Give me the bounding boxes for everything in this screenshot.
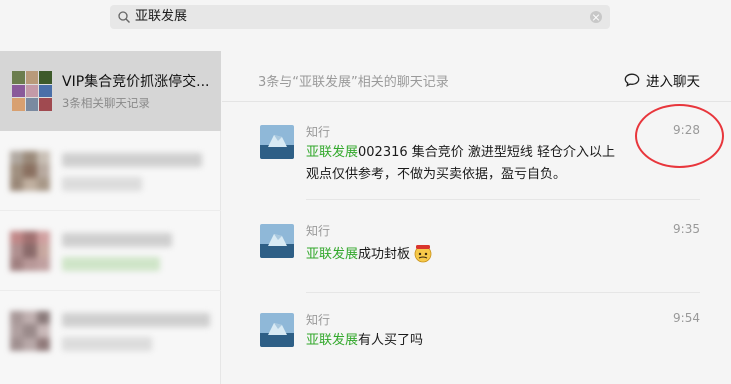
- blurred-avatar: [10, 151, 50, 191]
- blurred-subtitle: [62, 257, 160, 271]
- top-bar: 亚联发展: [0, 0, 731, 51]
- sender-avatar: [260, 313, 294, 347]
- highlighted-keyword: 亚联发展: [306, 145, 359, 160]
- chat-list-item[interactable]: [0, 131, 221, 211]
- results-header: 3条与“亚联发展”相关的聊天记录: [258, 75, 449, 90]
- sender-name: 知行: [306, 125, 331, 139]
- enter-chat-label: 进入聊天: [646, 74, 700, 90]
- blurred-avatar: [10, 311, 50, 351]
- sender-avatar: [260, 125, 294, 159]
- highlighted-keyword: 亚联发展: [306, 247, 359, 262]
- message-text: 亚联发展有人买了吗: [306, 330, 616, 352]
- chat-list-item[interactable]: [0, 211, 221, 291]
- chat-title: VIP集合竞价抓涨停交...: [62, 74, 210, 90]
- divider: [306, 199, 700, 200]
- message-time: 9:54: [673, 311, 700, 325]
- divider: [222, 101, 731, 102]
- chat-bubble-icon: [624, 73, 640, 87]
- search-results-panel: 3条与“亚联发展”相关的聊天记录 进入聊天 知行 9:28 亚联发展002316…: [222, 51, 731, 384]
- chat-match-count: 3条相关聊天记录: [62, 96, 150, 110]
- blurred-title: [62, 313, 210, 327]
- chat-list-item[interactable]: VIP集合竞价抓涨停交... 3条相关聊天记录: [0, 51, 221, 131]
- blurred-subtitle: [62, 337, 152, 351]
- message-time: 9:35: [673, 222, 700, 236]
- search-icon: [118, 11, 130, 23]
- message-content: 成功封板: [358, 247, 411, 262]
- chat-list-item[interactable]: [0, 291, 221, 371]
- sender-avatar: [260, 224, 294, 258]
- angry-face-emoji-icon: [414, 245, 432, 263]
- search-query: 亚联发展: [135, 9, 188, 24]
- message-text: 亚联发展成功封板: [306, 243, 616, 266]
- message-content: 有人买了吗: [358, 333, 424, 348]
- sender-name: 知行: [306, 313, 331, 327]
- search-input[interactable]: 亚联发展: [110, 5, 610, 29]
- blurred-subtitle: [62, 177, 142, 191]
- blurred-title: [62, 153, 202, 167]
- sender-name: 知行: [306, 224, 331, 238]
- group-avatar: [12, 71, 52, 111]
- clear-icon[interactable]: [590, 11, 602, 23]
- divider: [306, 292, 700, 293]
- blurred-avatar: [10, 231, 50, 271]
- highlighted-keyword: 亚联发展: [306, 333, 359, 348]
- red-annotation-circle: [635, 104, 724, 168]
- message-text: 亚联发展002316 集合竞价 激进型短线 轻仓介入以上观点仅供参考，不做为买卖…: [306, 142, 616, 186]
- blurred-title: [62, 233, 172, 247]
- chat-list: VIP集合竞价抓涨停交... 3条相关聊天记录: [0, 51, 221, 384]
- enter-chat-button[interactable]: 进入聊天: [624, 70, 700, 90]
